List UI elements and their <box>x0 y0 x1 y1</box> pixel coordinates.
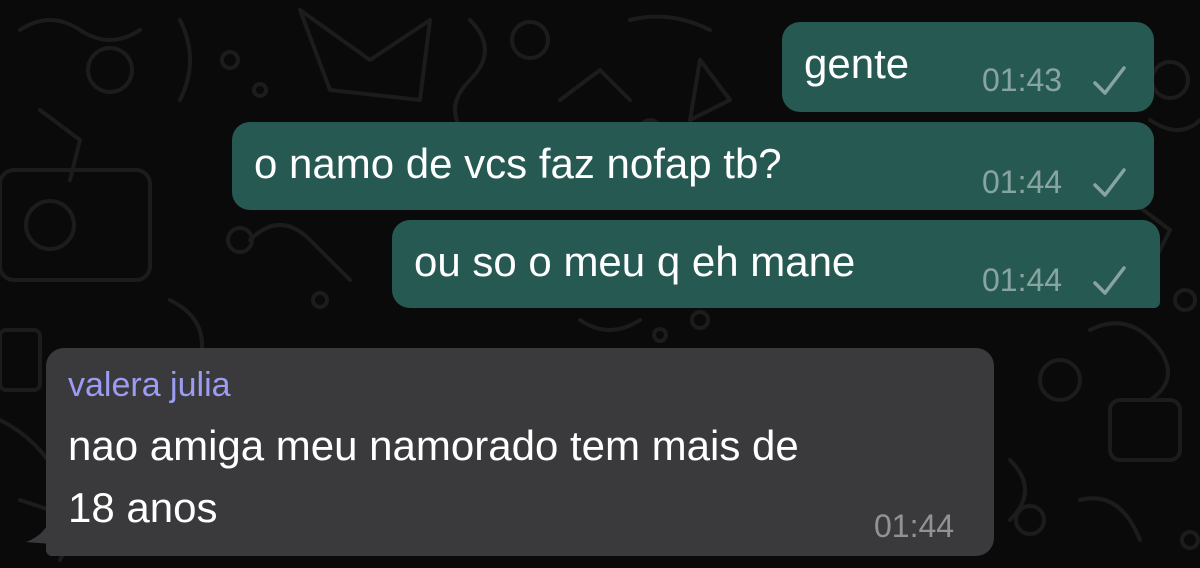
bubble-tail <box>1150 276 1180 306</box>
chat-window: gente 01:43 o namo de vcs faz nofap tb? … <box>0 0 1200 568</box>
check-icon <box>1093 66 1126 95</box>
message-time: 01:44 <box>982 164 1063 200</box>
message-time: 01:44 <box>982 262 1063 298</box>
message-text-line-1: nao amiga meu namorado tem mais de <box>68 422 799 469</box>
check-icon <box>1093 266 1126 295</box>
message-text: o namo de vcs faz nofap tb? <box>254 140 782 187</box>
message-time: 01:44 <box>874 508 955 544</box>
message-bubble-incoming[interactable]: valera julia nao amiga meu namorado tem … <box>46 348 994 556</box>
sender-name[interactable]: valera julia <box>68 364 231 406</box>
message-text: ou so o meu q eh mane <box>414 238 856 285</box>
message-bubble-outgoing[interactable]: ou so o meu q eh mane 01:44 <box>392 220 1160 308</box>
message-bubble-outgoing[interactable]: gente 01:43 <box>782 22 1154 112</box>
message-text: gente <box>804 40 910 87</box>
message-bubble-outgoing[interactable]: o namo de vcs faz nofap tb? 01:44 <box>232 122 1154 210</box>
message-text-line-2: 18 anos <box>68 484 218 531</box>
check-icon <box>1093 168 1126 197</box>
message-time: 01:43 <box>982 62 1063 98</box>
